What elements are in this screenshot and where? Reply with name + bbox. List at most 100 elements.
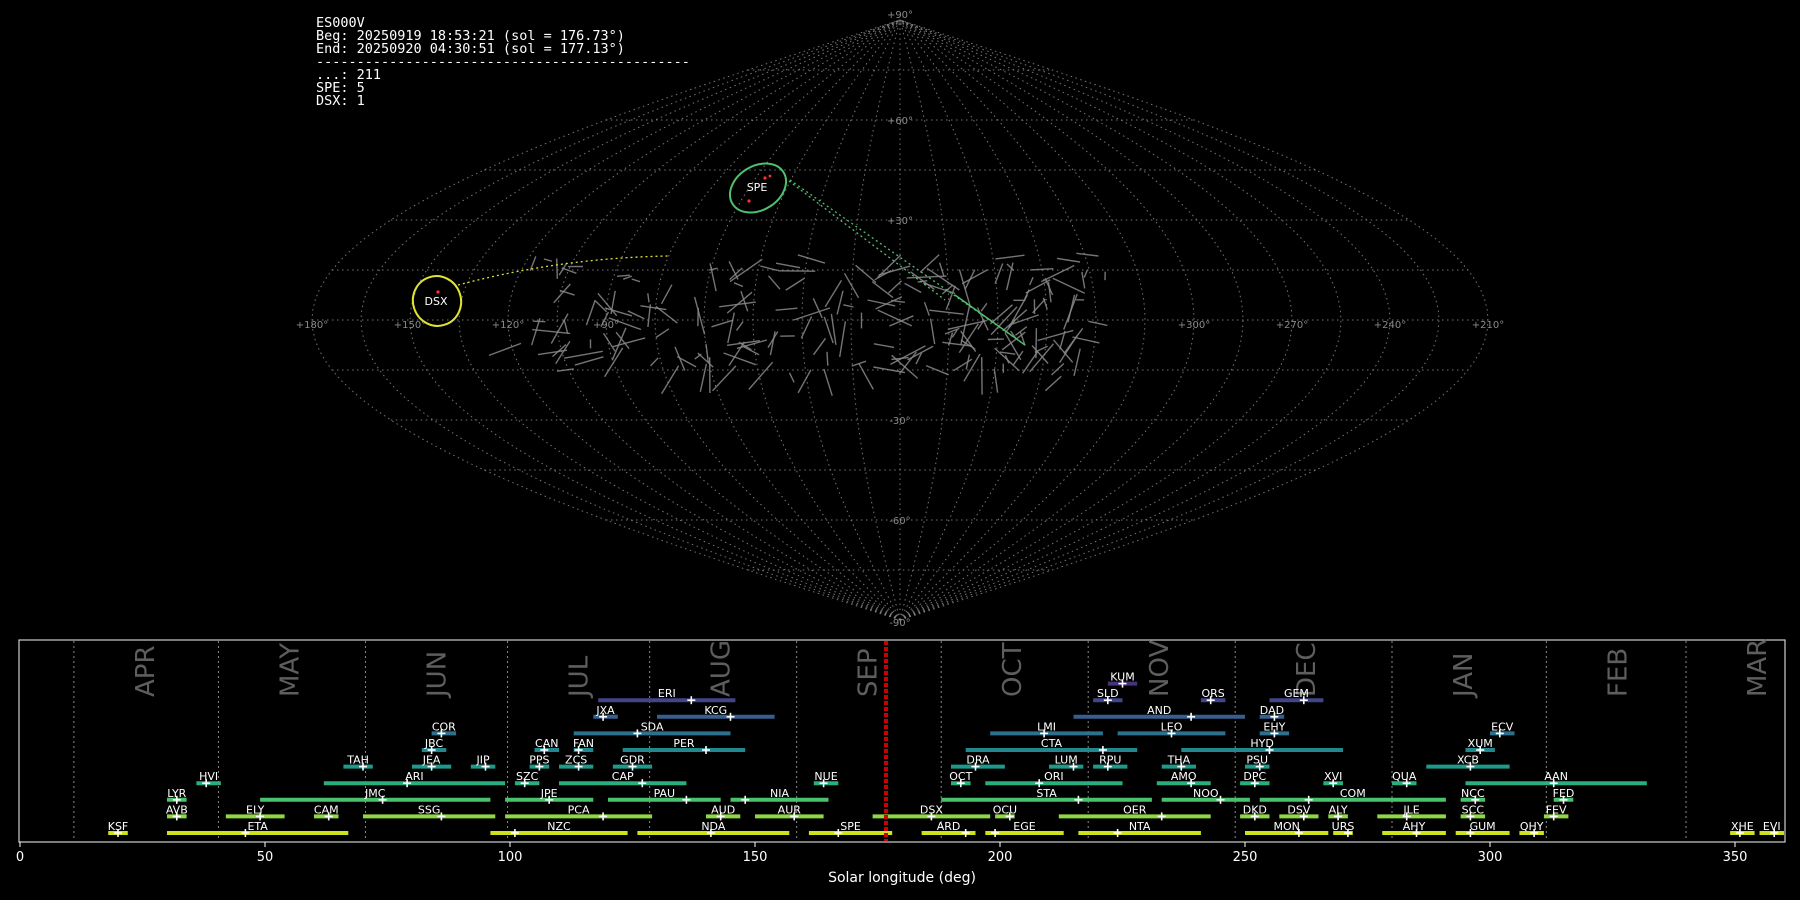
shower-label: CAP xyxy=(612,770,634,783)
shower-scc: SCC xyxy=(1460,803,1486,821)
shower-label: DRA xyxy=(966,754,990,767)
shower-dpc: DPC xyxy=(1240,770,1270,788)
shower-label: DPC xyxy=(1243,770,1266,783)
sporadic-trail xyxy=(574,356,604,366)
sporadic-trail xyxy=(631,278,641,283)
shower-label: LUM xyxy=(1055,754,1078,767)
shower-qhy: QHY xyxy=(1519,820,1544,837)
shower-label: JPE xyxy=(540,787,558,800)
shower-label: SSG xyxy=(418,803,441,816)
sporadic-trail xyxy=(1083,269,1089,278)
shower-label: ETA xyxy=(247,820,268,833)
sporadic-trail xyxy=(711,319,734,328)
shower-label: FAN xyxy=(573,737,594,750)
shower-label: XCB xyxy=(1457,754,1479,767)
month-label: JUN xyxy=(422,651,452,699)
shower-label: EHY xyxy=(1263,720,1285,733)
sporadic-trail xyxy=(961,268,989,285)
lat-tick-label: -60° xyxy=(889,516,910,527)
x-axis-label: Solar longitude (deg) xyxy=(828,870,976,886)
sporadic-trail xyxy=(728,341,746,366)
sporadic-trail xyxy=(655,328,670,339)
shower-label: ERI xyxy=(658,687,676,700)
shower-label: SLD xyxy=(1097,687,1119,700)
sporadic-trail xyxy=(891,299,905,303)
month-label: JUL xyxy=(565,655,595,699)
shower-label: PSU xyxy=(1246,754,1268,767)
sporadic-trail xyxy=(622,275,633,280)
radiant-spe: SPE xyxy=(729,162,787,214)
sporadic-trail xyxy=(888,280,902,294)
sporadic-trail xyxy=(1051,362,1065,376)
shower-label: NOO xyxy=(1193,787,1219,800)
shower-cor: COR xyxy=(431,720,456,738)
all-sky-map: +180° +150° +120° +90° +300° +270° +240° +210° … xyxy=(296,10,1504,629)
sporadic-trail xyxy=(723,352,757,366)
shower-fed: FED xyxy=(1553,787,1574,804)
sporadic-trail xyxy=(823,368,833,396)
sporadic-trail xyxy=(775,307,798,311)
sporadic-trail xyxy=(839,321,847,358)
sporadic-trail xyxy=(836,290,844,315)
shower-aly: ALY xyxy=(1328,803,1348,821)
month-label: JAN xyxy=(1449,653,1479,699)
sporadic-trail xyxy=(923,301,930,316)
sporadic-trail xyxy=(873,343,895,349)
shower-lyr: LYR xyxy=(167,787,187,804)
shower-can: CAN xyxy=(534,737,559,754)
shower-label: MON xyxy=(1273,820,1299,833)
shower-label: JEA xyxy=(422,754,441,767)
shower-label: NUE xyxy=(814,770,837,783)
lat-tick-label: +90° xyxy=(887,10,913,21)
radiant-spe-point xyxy=(747,199,751,203)
sporadic-trail xyxy=(735,321,744,331)
shower-fan: FAN xyxy=(573,737,594,754)
lon-tick-label: +90° xyxy=(593,320,619,331)
sporadic-trail xyxy=(871,281,894,299)
lon-tick-label: +210° xyxy=(1472,320,1504,331)
shower-xum: XUM xyxy=(1465,737,1495,754)
sporadic-trail xyxy=(719,301,756,308)
sporadic-trail xyxy=(867,299,896,307)
sporadic-trail xyxy=(1031,345,1049,364)
shower-label: COM xyxy=(1340,787,1366,800)
shower-xvi: XVI xyxy=(1323,770,1343,788)
lon-tick-label: +120° xyxy=(492,320,524,331)
shower-label: FEV xyxy=(1546,803,1567,816)
shower-ors: ORS xyxy=(1200,687,1226,705)
meridian-line xyxy=(360,19,901,621)
shower-label: RPU xyxy=(1099,754,1121,767)
shower-label: AND xyxy=(1147,704,1171,717)
shower-ksf: KSF xyxy=(108,820,129,837)
radiant-dsx-point xyxy=(436,290,440,294)
sporadic-trail xyxy=(994,263,1004,284)
shower-ehy: EHY xyxy=(1259,720,1290,738)
shower-avb: AVB xyxy=(166,803,188,821)
shower-label: HYD xyxy=(1250,737,1273,750)
shower-label: JBC xyxy=(424,737,444,750)
x-tick-label: 100 xyxy=(498,850,523,865)
sporadic-trail xyxy=(797,369,812,394)
shower-aud: AUD xyxy=(706,803,741,821)
sporadic-trail xyxy=(999,351,1016,355)
shower-fev: FEV xyxy=(1543,803,1569,821)
shower-psu: PSU xyxy=(1245,754,1270,771)
sporadic-trail xyxy=(843,304,854,308)
sporadic-trail xyxy=(824,279,843,308)
meridian-line xyxy=(458,19,901,621)
shower-label: KSF xyxy=(108,820,129,833)
shower-label: TAH xyxy=(346,754,369,767)
sporadic-trail xyxy=(929,309,964,315)
sporadic-trail xyxy=(1004,319,1017,334)
radiant-spe-point xyxy=(768,174,772,178)
sporadic-trail xyxy=(1037,329,1074,342)
sporadic-trail xyxy=(649,357,659,367)
sporadic-trail xyxy=(788,372,795,383)
sporadic-trail xyxy=(1028,276,1034,286)
shower-label: EVI xyxy=(1763,820,1781,833)
shower-urs: URS xyxy=(1332,820,1354,837)
shower-label: GUM xyxy=(1470,820,1496,833)
month-label: OCT xyxy=(998,642,1028,697)
shower-label: ARI xyxy=(405,770,423,783)
shower-label: ALY xyxy=(1329,803,1348,816)
